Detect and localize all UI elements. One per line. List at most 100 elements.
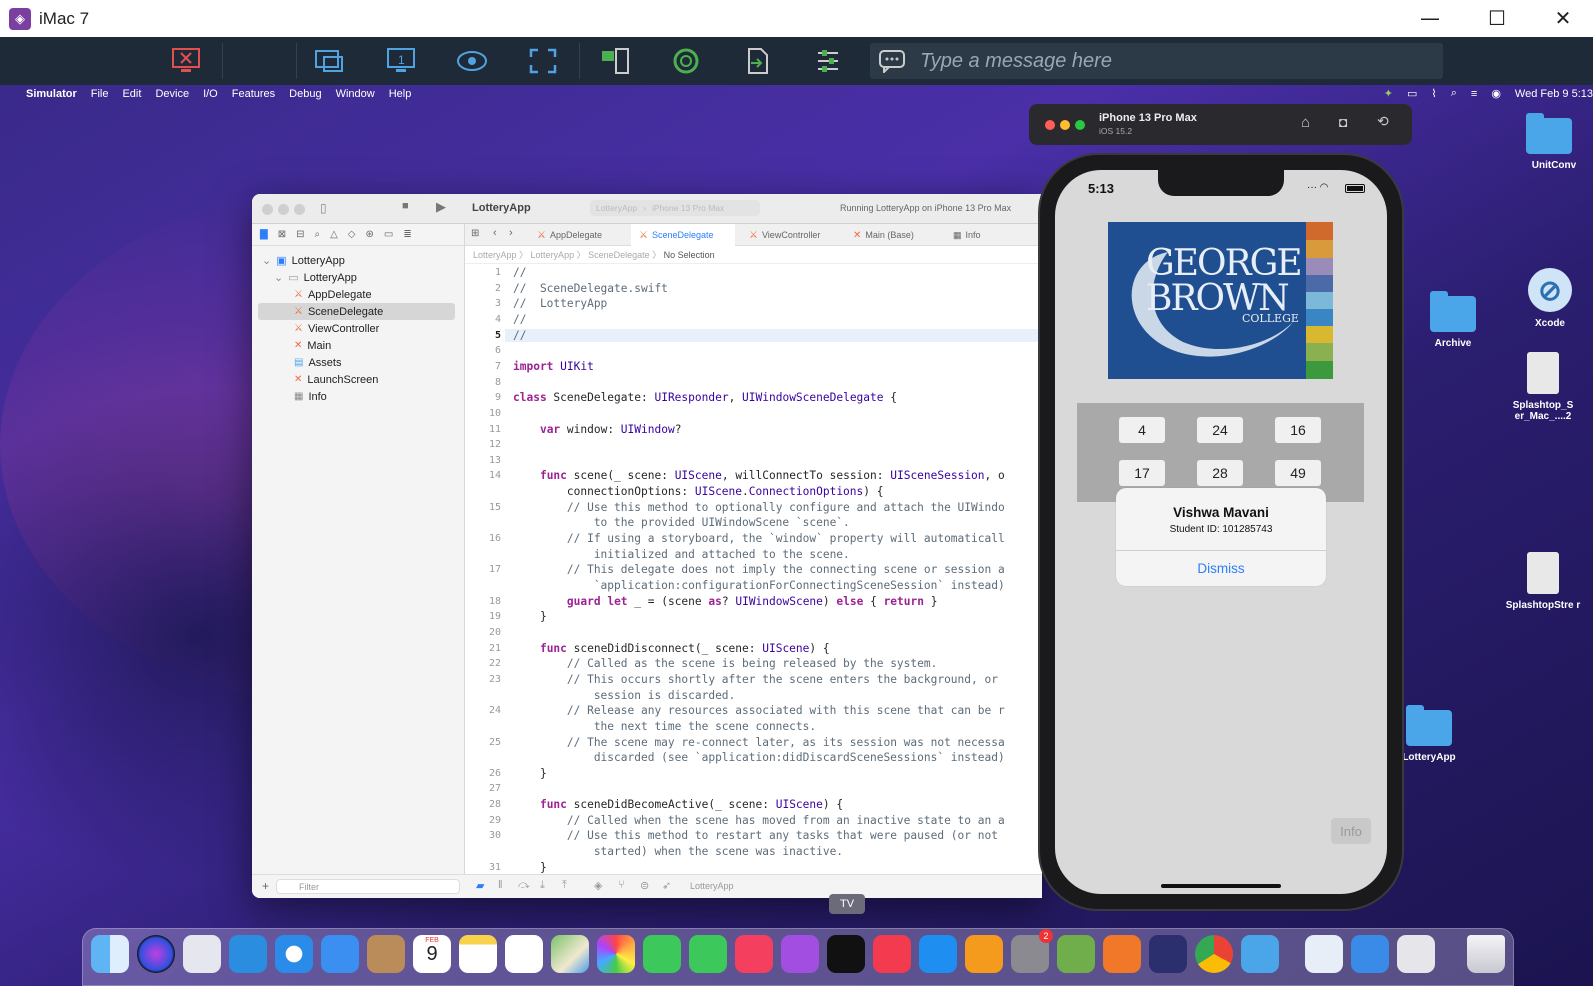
step-out-icon[interactable]: ⤒ [562, 879, 567, 892]
menubar-clock[interactable]: Wed Feb 9 5:13 [1515, 88, 1593, 100]
back-icon[interactable]: ‹ [493, 227, 497, 239]
tree-file-assets[interactable]: ▤ Assets [252, 354, 465, 371]
step-over-icon[interactable]: ⤼ [518, 879, 530, 892]
fullscreen-icon[interactable] [523, 43, 563, 79]
code-line[interactable]: // LotteryApp [513, 297, 607, 310]
memory-graph-icon[interactable]: ⑂ [618, 879, 625, 891]
code-line[interactable]: // Use this method to restart any tasks … [513, 829, 998, 842]
contacts-icon[interactable] [367, 935, 405, 973]
message-input[interactable] [920, 49, 1400, 73]
lottery-number[interactable]: 49 [1275, 460, 1321, 486]
code-line[interactable]: session is discarded. [513, 689, 735, 702]
eclipse-icon[interactable] [1149, 935, 1187, 973]
menu-edit[interactable]: Edit [122, 88, 141, 100]
xcode-dock-icon[interactable] [1241, 935, 1279, 973]
issue-nav-icon[interactable]: △ [330, 229, 338, 240]
lottery-number[interactable]: 17 [1119, 460, 1165, 486]
siri-icon[interactable] [137, 935, 175, 973]
menu-features[interactable]: Features [232, 88, 275, 100]
close-button[interactable]: ✕ [1548, 4, 1578, 32]
menu-io[interactable]: I/O [203, 88, 218, 100]
maximize-button[interactable]: ☐ [1482, 4, 1512, 32]
tree-file-main[interactable]: ✕ Main [252, 337, 465, 354]
spotlight-icon[interactable]: ⌕ [1451, 87, 1457, 100]
code-line[interactable]: } [513, 610, 547, 623]
control-center-icon[interactable]: ≡ [1471, 88, 1477, 100]
sidebar-toggle-icon[interactable]: ▯ [320, 201, 327, 215]
photos-icon[interactable] [597, 935, 635, 973]
rotate-icon[interactable]: ⟲ [1377, 113, 1389, 130]
location-icon[interactable]: ➶ [662, 879, 671, 892]
safari-icon[interactable] [275, 935, 313, 973]
environment-icon[interactable]: ⊜ [640, 879, 649, 892]
lottery-number[interactable]: 4 [1119, 417, 1165, 443]
sim-minimize-button[interactable] [1060, 120, 1070, 130]
code-line[interactable]: initialized and attached to the scene. [513, 548, 850, 561]
desktop-icon-xcode[interactable]: ⊘ Xcode [1510, 268, 1590, 329]
code-line[interactable]: // This delegate does not imply the conn… [513, 563, 1005, 576]
sim-close-button[interactable] [1045, 120, 1055, 130]
menu-window[interactable]: Window [336, 88, 375, 100]
stop-icon[interactable]: ■ [402, 200, 409, 212]
code-line[interactable]: started) when the scene was inactive. [513, 845, 843, 858]
record-icon[interactable] [666, 43, 706, 79]
menu-app[interactable]: Simulator [26, 88, 77, 100]
lottery-number[interactable]: 24 [1197, 417, 1243, 443]
simulator-dock-icon[interactable] [1305, 935, 1343, 973]
calendar-icon[interactable]: FEB 9 [413, 935, 451, 973]
copy-file-icon[interactable] [737, 43, 777, 79]
code-line[interactable]: func sceneDidBecomeActive(_ scene: UISce… [513, 798, 843, 811]
code-line[interactable]: // [513, 266, 526, 279]
source-control-icon[interactable]: ⊠ [278, 229, 286, 240]
desktop-icon-splashtop-installer[interactable]: Splashtop_S er_Mac_....2 [1498, 352, 1588, 422]
step-in-icon[interactable]: ⤓ [540, 879, 545, 892]
chat-message-box[interactable] [870, 43, 1443, 79]
source-code[interactable]: 1 // 2 // SceneDelegate.swift 3 // LotteryApp… [465, 264, 1042, 874]
tree-file-info[interactable]: ▦ Info [252, 388, 465, 405]
podcasts-icon[interactable] [781, 935, 819, 973]
code-line[interactable]: `application:configurationForConnectingS… [513, 579, 1005, 592]
symbol-nav-icon[interactable]: ⊟ [296, 229, 304, 240]
vscode-icon[interactable] [229, 935, 267, 973]
sim-zoom-button[interactable] [1075, 120, 1085, 130]
tree-group-lotteryapp[interactable]: ⌄ ▭ LotteryApp [252, 269, 465, 286]
code-line[interactable]: // This occurs shortly after the scene e… [513, 673, 998, 686]
code-line[interactable]: class SceneDelegate: UIResponder, UIWind… [513, 391, 897, 404]
find-nav-icon[interactable]: ⌕ [314, 229, 320, 240]
tree-file-viewcontroller[interactable]: ⚔ ViewController [252, 320, 465, 337]
code-line[interactable]: // Called when the scene has moved from … [513, 814, 1005, 827]
app-store-icon[interactable] [919, 935, 957, 973]
code-line[interactable]: // If using a storyboard, the `window` p… [513, 532, 1005, 545]
monitor-1-icon[interactable]: 1 [381, 43, 421, 79]
home-icon[interactable]: ⌂ [1301, 114, 1310, 131]
screenshot-icon[interactable]: ◘ [1339, 114, 1347, 130]
code-line[interactable]: the next time the scene connects. [513, 720, 816, 733]
view-only-icon[interactable] [452, 43, 492, 79]
code-line[interactable]: // Called as the scene is being released… [513, 657, 937, 670]
desktop-icon-splashtop-streamer[interactable]: SplashtopStre r [1498, 552, 1588, 611]
instruments-icon[interactable] [1351, 935, 1389, 973]
desktop-icon-unitconv[interactable]: UnitConv [1514, 113, 1593, 171]
code-line[interactable]: // The scene may re-connect later, as it… [513, 736, 1005, 749]
music-icon[interactable] [735, 935, 773, 973]
code-line[interactable]: } [513, 861, 547, 874]
code-line[interactable]: // Use this method to optionally configu… [513, 501, 1005, 514]
books-icon[interactable] [965, 935, 1003, 973]
wifi-off-icon[interactable]: ⌇ [1431, 87, 1436, 100]
run-icon[interactable]: ▶ [436, 199, 446, 215]
file-transfer-icon[interactable] [595, 43, 635, 79]
minimize-button[interactable]: — [1415, 4, 1445, 32]
folder-nav-icon[interactable]: ▇ [260, 229, 268, 240]
pen-tool-icon[interactable] [1103, 935, 1141, 973]
launchpad-icon[interactable] [183, 935, 221, 973]
code-line[interactable]: import UIKit [513, 360, 594, 373]
lottery-number[interactable]: 28 [1197, 460, 1243, 486]
close-traffic-light[interactable] [262, 204, 273, 215]
menu-debug[interactable]: Debug [289, 88, 321, 100]
zoom-traffic-light[interactable] [294, 204, 305, 215]
pause-icon[interactable]: ‖ [498, 879, 503, 891]
menu-file[interactable]: File [91, 88, 109, 100]
preview-icon[interactable] [1397, 935, 1435, 973]
mail-icon[interactable] [321, 935, 359, 973]
forward-icon[interactable]: › [509, 227, 513, 239]
